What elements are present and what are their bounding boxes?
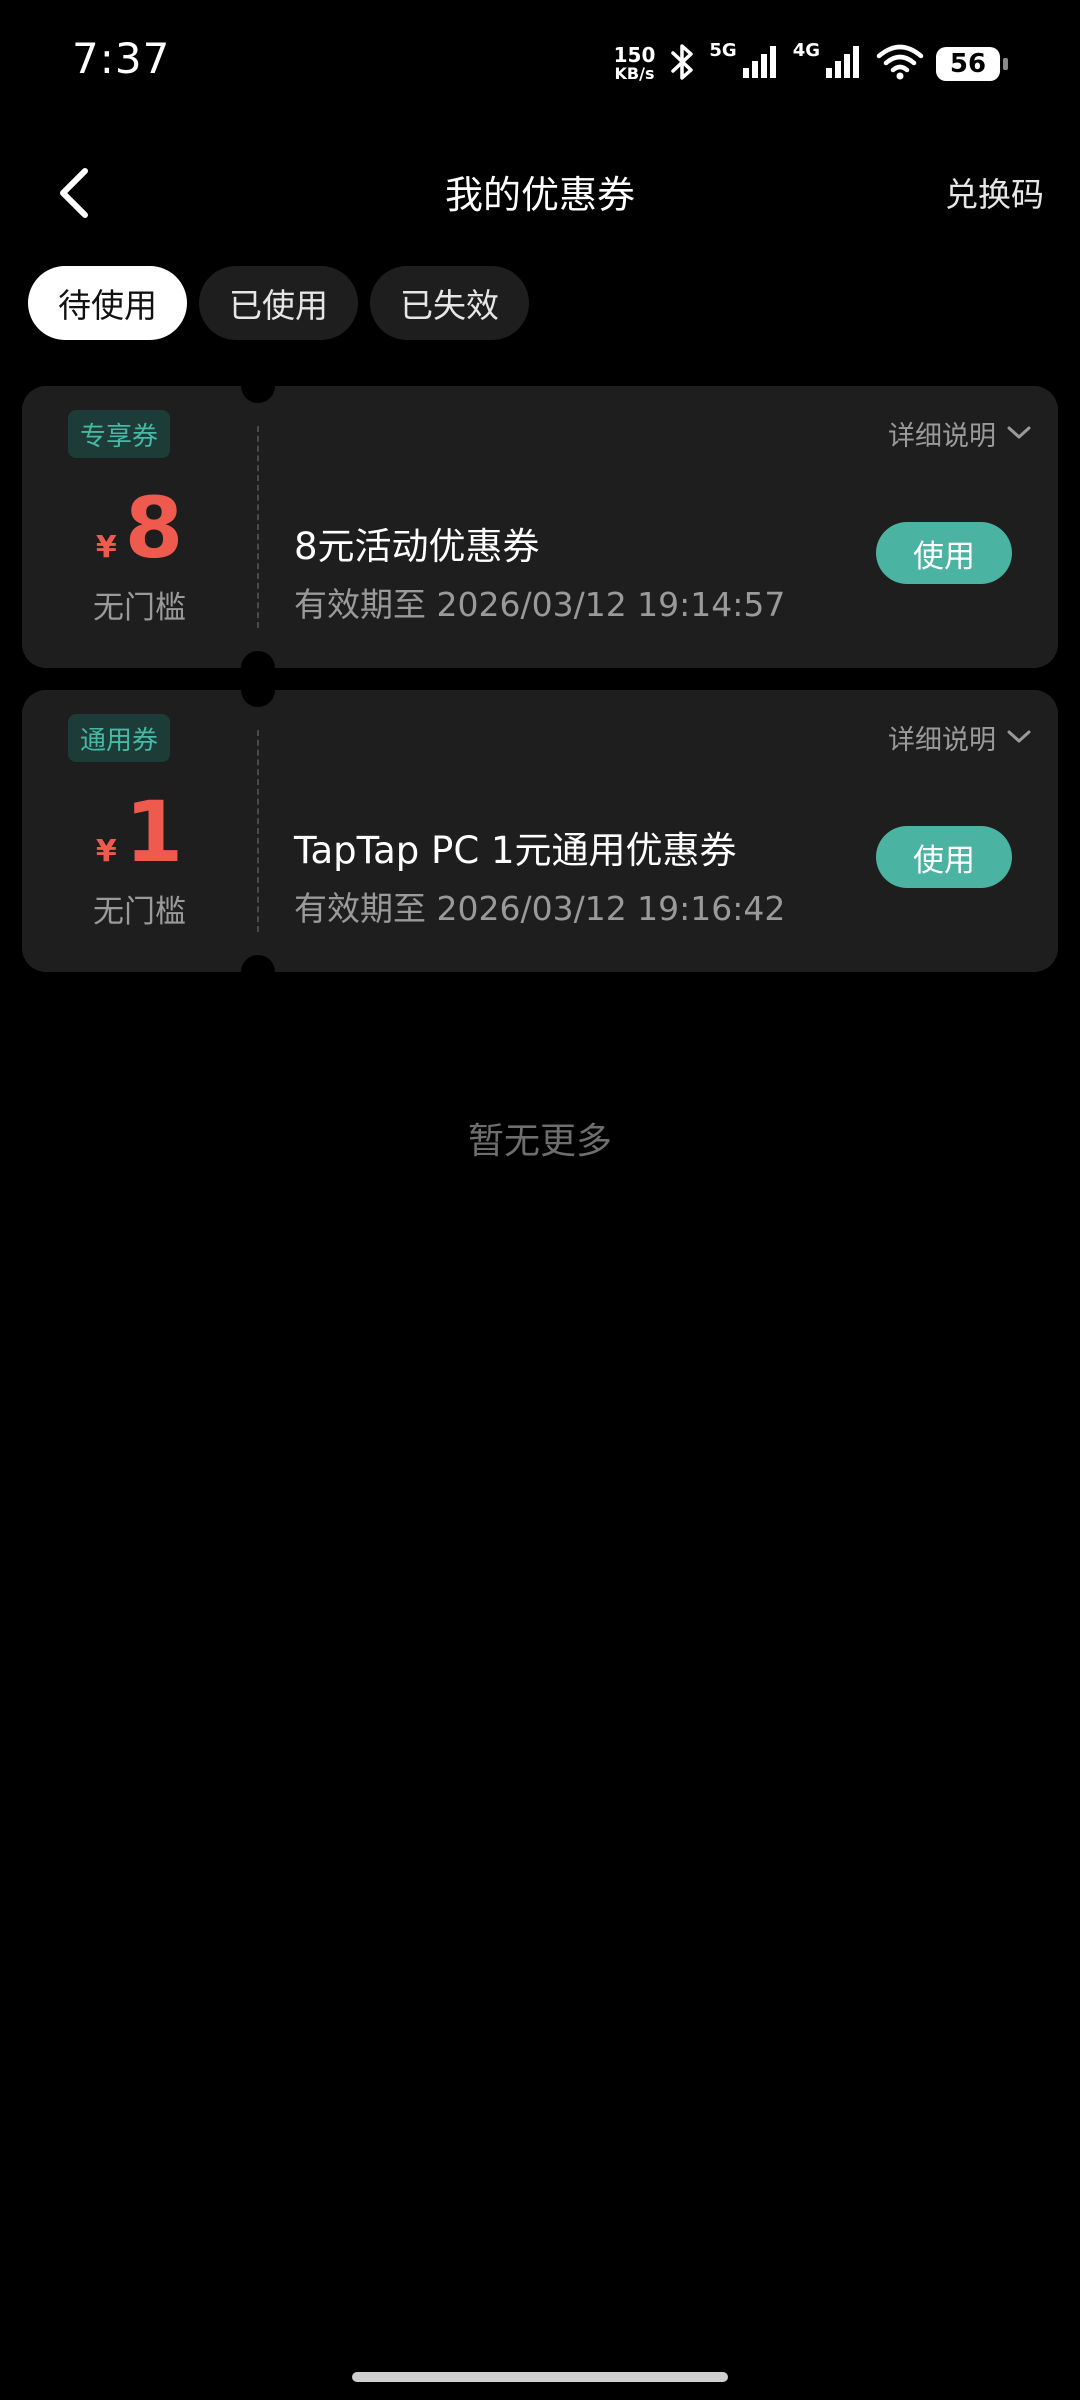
wifi-icon <box>876 44 924 84</box>
currency-symbol: ¥ <box>95 834 117 869</box>
coupon-notch <box>241 955 275 989</box>
network-speed-unit: KB/s <box>614 64 655 83</box>
currency-symbol: ¥ <box>95 530 117 565</box>
coupon-name: TapTap PC 1元通用优惠券 <box>294 829 737 872</box>
redeem-code-button[interactable]: 兑换码 <box>945 168 1044 216</box>
coupon-type-tag: 通用券 <box>68 714 171 762</box>
battery-icon: 56 <box>936 47 1008 81</box>
coupon-notch <box>241 673 275 707</box>
header: 我的优惠券 兑换码 <box>0 140 1080 240</box>
bluetooth-icon <box>667 42 697 86</box>
signal-2-label: 4G <box>792 39 820 61</box>
tab-expired[interactable]: 已失效 <box>370 266 529 340</box>
chevron-down-icon <box>1006 722 1032 753</box>
chevron-down-icon <box>1006 418 1032 449</box>
coupon-amount-value: 1 <box>124 783 184 881</box>
coupon-threshold: 无门槛 <box>93 590 186 626</box>
signal-1-label: 5G <box>709 39 737 61</box>
cellular-signal-2-icon <box>824 44 864 84</box>
coupon-amount-value: 8 <box>124 479 184 577</box>
coupon-details-label: 详细说明 <box>888 725 996 756</box>
coupon-amount: ¥ 1 <box>22 790 257 874</box>
status-icons: 150 KB/s 5G 4G 56 <box>614 36 1008 92</box>
use-coupon-button[interactable]: 使用 <box>876 826 1012 888</box>
status-time: 7:37 <box>72 34 171 83</box>
tab-unused[interactable]: 待使用 <box>28 266 187 340</box>
status-bar: 7:37 150 KB/s 5G 4G 56 <box>0 0 1080 120</box>
coupon-type-tag: 专享券 <box>68 410 171 458</box>
coupon-name: 8元活动优惠券 <box>294 525 540 568</box>
coupon-card: 专享券 ¥ 8 无门槛 详细说明 8元活动优惠券 有效期至 2026/03/12… <box>22 369 1058 685</box>
coupon-divider <box>257 730 259 932</box>
coupon-details-toggle[interactable]: 详细说明 <box>888 414 1032 453</box>
coupon-notch <box>241 369 275 403</box>
no-more-text: 暂无更多 <box>467 1121 612 1162</box>
coupon-threshold: 无门槛 <box>93 894 186 930</box>
coupon-expiry: 有效期至 2026/03/12 19:14:57 <box>294 585 786 624</box>
home-indicator[interactable] <box>352 2372 728 2382</box>
coupon-amount: ¥ 8 <box>22 486 257 570</box>
use-coupon-button[interactable]: 使用 <box>876 522 1012 584</box>
coupon-expiry: 有效期至 2026/03/12 19:16:42 <box>294 889 786 928</box>
page-title: 我的优惠券 <box>444 173 635 217</box>
coupon-status-tabs: 待使用 已使用 已失效 <box>28 266 529 340</box>
coupon-details-label: 详细说明 <box>888 421 996 452</box>
coupon-card: 通用券 ¥ 1 无门槛 详细说明 TapTap PC 1元通用优惠券 有效期至 … <box>22 673 1058 989</box>
network-speed-value: 150 <box>613 43 656 67</box>
coupon-details-toggle[interactable]: 详细说明 <box>888 718 1032 757</box>
cellular-signal-icon <box>741 44 781 84</box>
coupon-divider <box>257 426 259 628</box>
network-speed: 150 KB/s <box>614 45 656 83</box>
tab-used[interactable]: 已使用 <box>199 266 358 340</box>
